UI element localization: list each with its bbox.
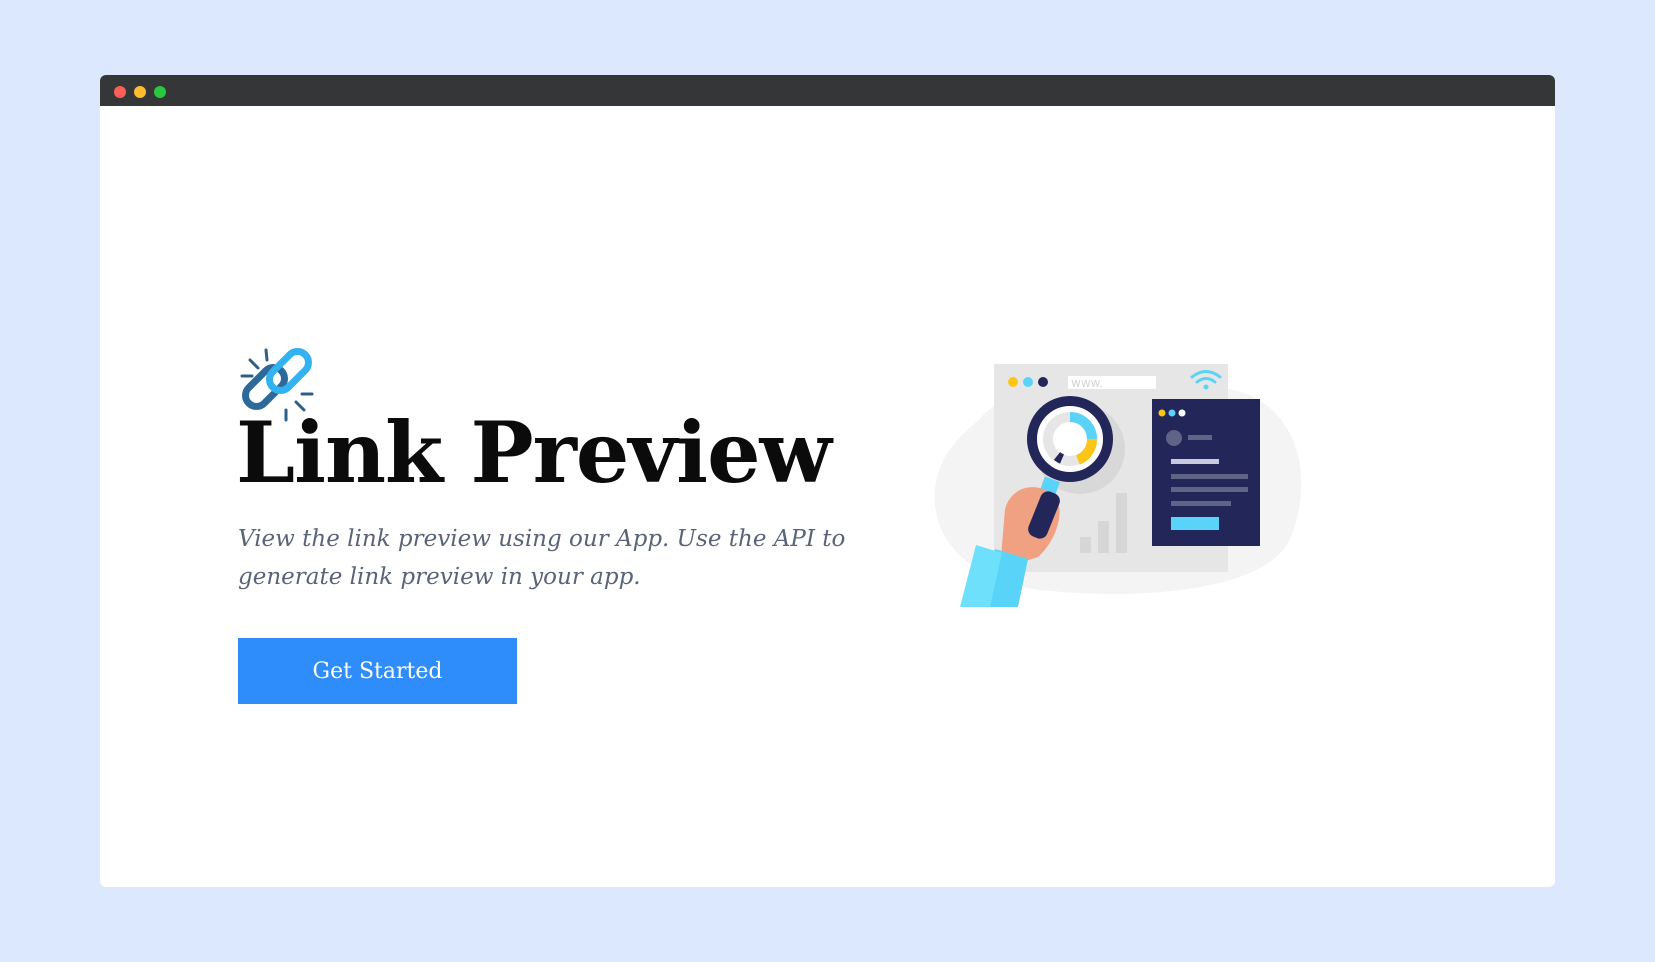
- get-started-button[interactable]: Get Started: [238, 638, 517, 704]
- url-text: www.: [1071, 376, 1103, 390]
- page-content: Link Preview View the link preview using…: [100, 106, 1555, 887]
- magnifier-webpage-illustration: www.: [934, 364, 1302, 607]
- maximize-window-button[interactable]: [154, 86, 166, 98]
- browser-window: Link Preview View the link preview using…: [100, 75, 1555, 887]
- page-title: Link Preview: [236, 403, 832, 502]
- close-window-button[interactable]: [114, 86, 126, 98]
- hero-description: View the link preview using our App. Use…: [238, 526, 846, 590]
- minimize-window-button[interactable]: [134, 86, 146, 98]
- window-titlebar: [100, 75, 1555, 106]
